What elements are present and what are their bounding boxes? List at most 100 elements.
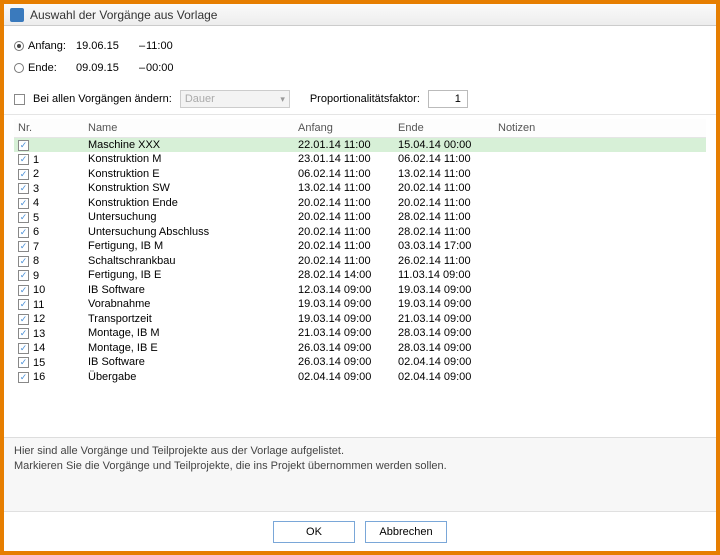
row-nr: 9: [33, 270, 39, 282]
row-checkbox[interactable]: [18, 299, 29, 310]
row-start: 23.01.14 11:00: [298, 153, 371, 165]
row-checkbox[interactable]: [18, 357, 29, 368]
table-row[interactable]: 15IB Software26.03.14 09:0002.04.14 09:0…: [14, 355, 706, 370]
row-name: Konstruktion SW: [88, 182, 170, 194]
end-date-row: Ende: 09.09.15 – 00:00: [14, 58, 706, 78]
chevron-down-icon: ▾: [280, 94, 285, 105]
row-checkbox[interactable]: [18, 256, 29, 267]
ok-button[interactable]: OK: [273, 521, 355, 543]
row-start: 20.02.14 11:00: [298, 211, 371, 223]
row-name: Fertigung, IB E: [88, 269, 161, 281]
row-start: 28.02.14 14:00: [298, 269, 371, 281]
start-date-row: Anfang: 19.06.15 – 11:00: [14, 36, 706, 56]
start-date[interactable]: 19.06.15: [76, 40, 138, 52]
row-checkbox[interactable]: [18, 270, 29, 281]
row-name: Konstruktion E: [88, 168, 160, 180]
row-nr: 1: [33, 154, 39, 166]
table-row[interactable]: 8Schaltschrankbau20.02.14 11:0026.02.14 …: [14, 254, 706, 269]
col-header-end[interactable]: Ende: [394, 119, 494, 138]
table-row[interactable]: 4Konstruktion Ende20.02.14 11:0020.02.14…: [14, 196, 706, 211]
hint-line-1: Hier sind alle Vorgänge und Teilprojekte…: [14, 444, 706, 459]
change-type-dropdown[interactable]: Dauer ▾: [180, 90, 290, 108]
row-end: 19.03.14 09:00: [398, 298, 471, 310]
row-checkbox[interactable]: [18, 328, 29, 339]
table-row[interactable]: 16Übergabe02.04.14 09:0002.04.14 09:00: [14, 370, 706, 385]
table-row[interactable]: 5Untersuchung20.02.14 11:0028.02.14 11:0…: [14, 210, 706, 225]
row-nr: 5: [33, 212, 39, 224]
row-checkbox[interactable]: [18, 372, 29, 383]
table-row[interactable]: 9Fertigung, IB E28.02.14 14:0011.03.14 0…: [14, 268, 706, 283]
row-nr: 12: [33, 313, 45, 325]
row-nr: 14: [33, 342, 45, 354]
row-checkbox[interactable]: [18, 212, 29, 223]
table-row[interactable]: 12Transportzeit19.03.14 09:0021.03.14 09…: [14, 312, 706, 327]
row-checkbox[interactable]: [18, 241, 29, 252]
row-name: Untersuchung Abschluss: [88, 226, 209, 238]
row-end: 28.02.14 11:00: [398, 211, 471, 223]
row-name: Konstruktion M: [88, 153, 161, 165]
table-row[interactable]: 2 Konstruktion E 06.02.14 11:00 13.02.14 11…: [14, 167, 706, 182]
row-checkbox[interactable]: [18, 314, 29, 325]
row-checkbox[interactable]: [18, 343, 29, 354]
row-name: IB Software: [88, 356, 145, 368]
row-end: 13.02.14 11:00: [398, 168, 471, 180]
app-icon: [10, 8, 24, 22]
row-nr: 8: [33, 255, 39, 267]
col-header-notes[interactable]: Notizen: [494, 119, 706, 138]
table-row[interactable]: 14Montage, IB E26.03.14 09:0028.03.14 09…: [14, 341, 706, 356]
table-row[interactable]: 13Montage, IB M21.03.14 09:0028.03.14 09…: [14, 326, 706, 341]
row-checkbox[interactable]: [18, 285, 29, 296]
end-time[interactable]: 00:00: [146, 62, 196, 74]
task-table-wrap: Nr. Name Anfang Ende Notizen Maschine XX…: [4, 115, 716, 437]
end-radio[interactable]: [14, 63, 24, 73]
table-row[interactable]: 10IB Software12.03.14 09:0019.03.14 09:0…: [14, 283, 706, 298]
row-name: Maschine XXX: [88, 139, 160, 151]
row-start: 20.02.14 11:00: [298, 240, 371, 252]
row-end: 26.02.14 11:00: [398, 255, 471, 267]
row-checkbox[interactable]: [18, 227, 29, 238]
row-nr: 6: [33, 226, 39, 238]
col-header-nr[interactable]: Nr.: [14, 119, 84, 138]
row-start: 02.04.14 09:00: [298, 371, 371, 383]
table-row[interactable]: 1Konstruktion M23.01.14 11:0006.02.14 11…: [14, 152, 706, 167]
row-checkbox[interactable]: [18, 154, 29, 165]
row-end: 28.02.14 11:00: [398, 226, 471, 238]
row-name: Transportzeit: [88, 313, 152, 325]
change-all-checkbox[interactable]: [14, 94, 25, 105]
table-row[interactable]: 7Fertigung, IB M20.02.14 11:0003.03.14 1…: [14, 239, 706, 254]
task-table: Nr. Name Anfang Ende Notizen Maschine XX…: [14, 119, 706, 384]
row-end: 19.03.14 09:00: [398, 284, 471, 296]
row-nr: 13: [33, 328, 45, 340]
row-start: 20.02.14 11:00: [298, 226, 371, 238]
row-nr: 2: [33, 168, 39, 180]
table-row[interactable]: 6 Untersuchung Abschluss 20.02.14 11:00 28.…: [14, 225, 706, 240]
row-end: 20.02.14 11:00: [398, 197, 471, 209]
col-header-name[interactable]: Name: [84, 119, 294, 138]
row-name: Montage, IB M: [88, 327, 160, 339]
table-row[interactable]: 3Konstruktion SW13.02.14 11:0020.02.14 1…: [14, 181, 706, 196]
row-checkbox[interactable]: [18, 169, 29, 180]
row-end: 28.03.14 09:00: [398, 342, 471, 354]
start-time[interactable]: 11:00: [146, 40, 196, 52]
options-row: Bei allen Vorgängen ändern: Dauer ▾ Prop…: [4, 84, 716, 115]
hint-area: Hier sind alle Vorgänge und Teilprojekte…: [4, 437, 716, 511]
row-start: 06.02.14 11:00: [298, 168, 371, 180]
cancel-button[interactable]: Abbrechen: [365, 521, 447, 543]
row-name: Montage, IB E: [88, 342, 158, 354]
row-end: 20.02.14 11:00: [398, 182, 471, 194]
table-row[interactable]: Maschine XXX22.01.14 11:0015.04.14 00:00: [14, 138, 706, 153]
start-radio[interactable]: [14, 41, 24, 51]
prop-factor-input[interactable]: [428, 90, 468, 108]
date-separator: –: [138, 62, 146, 74]
row-end: 15.04.14 00:00: [398, 139, 471, 151]
row-checkbox[interactable]: [18, 140, 29, 151]
row-end: 03.03.14 17:00: [398, 240, 471, 252]
row-start: 13.02.14 11:00: [298, 182, 371, 194]
dropdown-value: Dauer: [185, 93, 215, 105]
row-name: Übergabe: [88, 371, 136, 383]
table-row[interactable]: 11Vorabnahme19.03.14 09:0019.03.14 09:00: [14, 297, 706, 312]
end-date[interactable]: 09.09.15: [76, 62, 138, 74]
row-checkbox[interactable]: [18, 198, 29, 209]
row-checkbox[interactable]: [18, 183, 29, 194]
col-header-start[interactable]: Anfang: [294, 119, 394, 138]
